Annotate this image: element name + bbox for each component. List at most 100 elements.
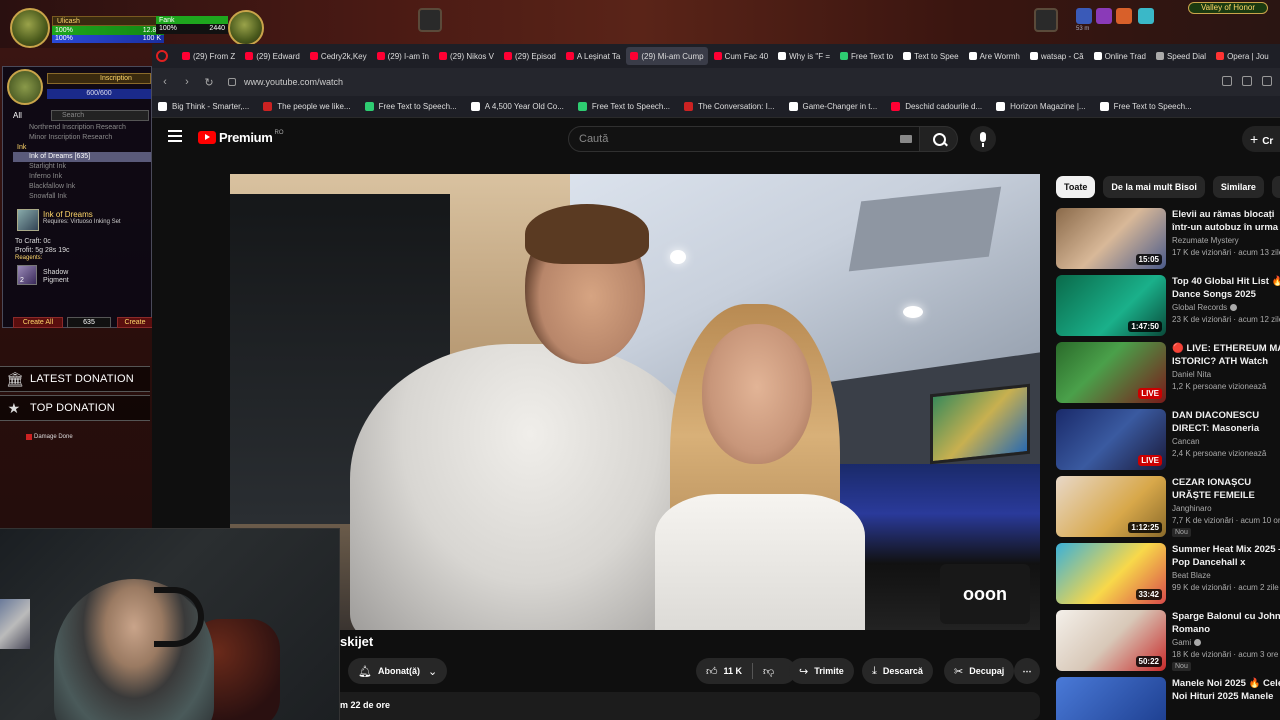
recommendation-item[interactable]: 50:22 Sparge Balonul cu Johny Romano Gami 1… bbox=[1056, 610, 1280, 677]
search-icon[interactable] bbox=[920, 126, 958, 152]
recommendation-title[interactable]: Sparge Balonul cu Johny Romano bbox=[1172, 610, 1280, 636]
bookmark-item[interactable]: The people we like... bbox=[263, 102, 351, 111]
recommendation-title[interactable]: CEZAR IONAȘCU URĂȘTE FEMEILE INDEPENDENT… bbox=[1172, 476, 1280, 502]
player-unitframe[interactable] bbox=[10, 8, 50, 48]
recommendation-title[interactable]: DAN DIACONESCU DIRECT: Masoneria conduce… bbox=[1172, 409, 1280, 435]
recommendation-thumbnail[interactable]: 15:05 bbox=[1056, 208, 1166, 269]
bookmark-item[interactable]: Free Text to Speech... bbox=[364, 102, 457, 111]
filter-chip[interactable]: Per bbox=[1271, 176, 1280, 198]
recommendation-thumbnail[interactable]: 1:47:50 bbox=[1056, 275, 1166, 336]
recommendation-channel[interactable]: Cancan bbox=[1172, 437, 1200, 446]
action-slot-icon[interactable] bbox=[418, 8, 442, 32]
recipe-icon[interactable] bbox=[17, 209, 39, 231]
inscription-category-dropdown[interactable]: All bbox=[13, 111, 22, 120]
bookmark-item[interactable]: A 4,500 Year Old Co... bbox=[470, 102, 564, 111]
recipe-list-item[interactable]: Ink of Dreams [635] bbox=[13, 152, 151, 163]
recommendation-title[interactable]: Summer Heat Mix 2025 – Pop Dancehall x R… bbox=[1172, 543, 1280, 569]
edit-icon[interactable] bbox=[1222, 76, 1232, 86]
recommendation-title[interactable]: 🔴 LIVE: ETHEREUM MAX ISTORIC? ATH Watch … bbox=[1172, 342, 1280, 368]
recommendation-channel[interactable]: Daniel Nita bbox=[1172, 370, 1211, 379]
reagent-icon[interactable]: 2 bbox=[17, 265, 37, 285]
recommendation-item[interactable]: 1:47:50 Top 40 Global Hit List 🔥 Dance So… bbox=[1056, 275, 1280, 342]
address-bar[interactable]: www.youtube.com/watch bbox=[228, 77, 343, 87]
browser-tab[interactable]: (29) I-am în bbox=[373, 47, 433, 65]
bookmark-item[interactable]: The Conversation: I... bbox=[684, 102, 775, 111]
create-all-button[interactable]: Create All bbox=[13, 317, 63, 328]
camera-icon[interactable] bbox=[1242, 76, 1252, 86]
subscribe-button[interactable]: 🔔︎ Abonat(ă) ⌄ bbox=[348, 658, 448, 684]
browser-tab[interactable]: Opera | Jou bbox=[1212, 47, 1273, 65]
hamburger-menu-icon[interactable] bbox=[168, 130, 182, 142]
recipe-list-item[interactable]: Northrend Inscription Research bbox=[13, 123, 151, 133]
recommendation-thumbnail[interactable]: 1:12:25 bbox=[1056, 476, 1166, 537]
reload-icon[interactable]: ↻ bbox=[200, 76, 218, 89]
bookmark-item[interactable]: Free Text to Speech... bbox=[1099, 102, 1192, 111]
browser-tab[interactable]: (29) Edward bbox=[241, 47, 304, 65]
minimap[interactable]: Valley of Honor 53 m bbox=[1076, 0, 1274, 44]
browser-tab[interactable]: (29) Episod bbox=[500, 47, 560, 65]
browser-tab[interactable]: Speed Dial bbox=[1152, 47, 1210, 65]
action-slot-icon[interactable] bbox=[1034, 8, 1058, 32]
recipe-list-item[interactable]: Minor Inscription Research bbox=[13, 133, 151, 143]
download-button[interactable]: ⤓ Descarcă bbox=[862, 658, 933, 684]
filter-chip[interactable]: De la mai mult Bisoi bbox=[1103, 176, 1205, 198]
browser-tab[interactable]: (29) Nikos V bbox=[435, 47, 498, 65]
recommendation-title[interactable]: Top 40 Global Hit List 🔥 Dance Songs 202… bbox=[1172, 275, 1280, 301]
recommendation-title[interactable]: Manele Noi 2025 🔥 Cele Noi Hituri 2025 M… bbox=[1172, 677, 1280, 703]
bookmark-item[interactable]: Free Text to Speech... bbox=[577, 102, 670, 111]
microphone-icon[interactable] bbox=[970, 126, 996, 152]
quantity-stepper[interactable]: 635 bbox=[67, 317, 111, 328]
more-actions-button[interactable]: ⋯ bbox=[1014, 658, 1040, 684]
youtube-logo[interactable]: Premium RO bbox=[198, 130, 284, 145]
recommendation-thumbnail[interactable]: LIVE bbox=[1056, 342, 1166, 403]
recommendation-item[interactable]: 33:42 Summer Heat Mix 2025 – Pop Dancehal… bbox=[1056, 543, 1280, 610]
bookmark-item[interactable]: Horizon Magazine |... bbox=[996, 102, 1086, 111]
target-unitframe[interactable] bbox=[228, 10, 264, 46]
recommendation-item[interactable]: 1:12:25 CEZAR IONAȘCU URĂȘTE FEMEILE INDE… bbox=[1056, 476, 1280, 543]
browser-tab[interactable]: (29) From Z bbox=[178, 47, 239, 65]
bookmark-item[interactable]: Big Think - Smarter,... bbox=[158, 102, 249, 111]
browser-tab[interactable]: Are Wormh bbox=[965, 47, 1024, 65]
recipe-list-item[interactable]: Blackfallow Ink bbox=[13, 182, 151, 192]
create-button[interactable]: + Cr bbox=[1242, 126, 1280, 152]
dislike-icon[interactable]: 👎︎ bbox=[763, 665, 774, 678]
browser-tab[interactable]: (29) Mi-am Cump bbox=[626, 47, 708, 65]
recipe-list-item[interactable]: Ink bbox=[13, 143, 151, 153]
recommendation-thumbnail[interactable] bbox=[1056, 677, 1166, 720]
recommendation-channel[interactable]: Global Records bbox=[1172, 303, 1238, 312]
recommendation-thumbnail[interactable]: 50:22 bbox=[1056, 610, 1166, 671]
opera-icon[interactable] bbox=[156, 50, 168, 62]
inscription-search-input[interactable]: Search bbox=[51, 110, 149, 121]
recommendation-item[interactable]: LIVE DAN DIACONESCU DIRECT: Masoneria con… bbox=[1056, 409, 1280, 476]
browser-tab[interactable]: Text to Spee bbox=[899, 47, 962, 65]
like-icon[interactable]: 👍︎ bbox=[706, 665, 718, 678]
browser-tab[interactable]: Cedry2k,Key bbox=[306, 47, 371, 65]
recommendation-item[interactable]: Manele Noi 2025 🔥 Cele Noi Hituri 2025 M… bbox=[1056, 677, 1280, 720]
recommendation-thumbnail[interactable]: LIVE bbox=[1056, 409, 1166, 470]
recommendation-channel[interactable]: Gami bbox=[1172, 638, 1202, 647]
recommendation-channel[interactable]: Beat Blaze bbox=[1172, 571, 1211, 580]
recommendation-item[interactable]: 15:05 Elevii au rămas blocați într-un aut… bbox=[1056, 208, 1280, 275]
youtube-search-input[interactable]: Caută bbox=[568, 126, 920, 152]
recommendation-item[interactable]: LIVE 🔴 LIVE: ETHEREUM MAX ISTORIC? ATH Wa… bbox=[1056, 342, 1280, 409]
browser-tab[interactable]: watsap - Că bbox=[1026, 47, 1088, 65]
browser-tab[interactable]: A Leșinat Ta bbox=[562, 47, 624, 65]
create-button[interactable]: Create bbox=[117, 317, 153, 328]
recommendation-thumbnail[interactable]: 33:42 bbox=[1056, 543, 1166, 604]
share-button[interactable]: ↪ Trimite bbox=[789, 658, 854, 684]
recommendation-channel[interactable]: Rezumate Mystery bbox=[1172, 236, 1239, 245]
filter-chip[interactable]: Toate bbox=[1056, 176, 1096, 198]
browser-tab[interactable]: Online Trad bbox=[1090, 47, 1150, 65]
forward-icon[interactable]: › bbox=[178, 76, 196, 88]
recipe-list-item[interactable]: Inferno Ink bbox=[13, 172, 151, 182]
site-info-icon[interactable] bbox=[228, 78, 236, 86]
recipe-list-item[interactable]: Starlight Ink bbox=[13, 162, 151, 172]
bookmark-item[interactable]: Deschid cadourile d... bbox=[891, 102, 982, 111]
browser-tab[interactable]: Why is "F = bbox=[774, 47, 834, 65]
clip-button[interactable]: ✂ Decupaj bbox=[944, 658, 1015, 684]
video-player[interactable]: ooon bbox=[230, 174, 1040, 630]
browser-tab[interactable]: Free Text to bbox=[836, 47, 897, 65]
browser-tab[interactable]: Cum Fac 40 bbox=[710, 47, 773, 65]
filter-chip[interactable]: Similare bbox=[1212, 176, 1264, 198]
bookmark-item[interactable]: Game-Changer in t... bbox=[788, 102, 877, 111]
